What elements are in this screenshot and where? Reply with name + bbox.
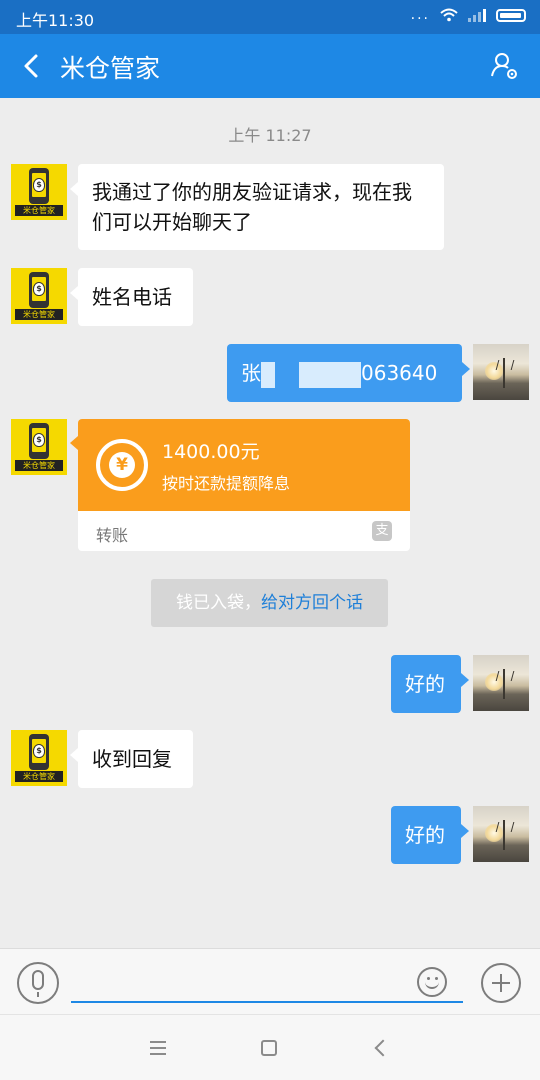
status-icons: ... [411,7,526,23]
home-icon[interactable] [261,1040,277,1056]
system-nav-bar [0,1014,540,1080]
message-bubble-left[interactable]: 姓名电话 [70,268,193,326]
avatar-brand-label: 米仓管家 [15,205,63,216]
status-bar: 上午11:30 ... [0,0,540,34]
system-notice-text: 钱已入袋， [176,593,261,613]
transfer-label: 转账 [96,526,129,545]
back-arrow-icon[interactable] [16,50,46,82]
message-text-end: 063640 [361,361,438,385]
avatar-brand-label: 米仓管家 [15,460,63,471]
message-text-start: 张 [241,361,261,385]
alipay-icon: 支 [372,521,392,541]
bot-avatar[interactable]: $ 米仓管家 [11,164,67,220]
input-bar [0,948,540,1014]
reply-link[interactable]: 给对方回个话 [261,593,363,613]
yuan-symbol: ¥ [109,452,135,478]
battery-icon [496,8,526,22]
signal-icon [468,8,486,22]
redaction-block [261,361,275,388]
message-bubble-right[interactable]: 张 063640 [227,344,470,402]
more-plus-icon[interactable] [481,963,521,1003]
bot-avatar[interactable]: $ 米仓管家 [11,419,67,475]
user-avatar[interactable] [473,806,529,862]
message-bubble-right[interactable]: 好的 [391,806,469,864]
user-settings-icon[interactable] [490,50,520,82]
back-icon[interactable] [374,1039,392,1057]
chat-area[interactable]: 上午 11:27 $ 米仓管家 我通过了你的朋友验证请求，现在我们可以开始聊天了… [0,98,540,948]
redaction-block [299,361,361,388]
system-notice: 钱已入袋，给对方回个话 [151,579,388,627]
transfer-card[interactable]: ¥ 1400.00元 按时还款提额降息 转账 支 [78,419,410,551]
avatar-brand-label: 米仓管家 [15,309,63,320]
user-avatar[interactable] [473,344,529,400]
voice-input-icon[interactable] [17,962,59,1004]
message-bubble-left[interactable]: 我通过了你的朋友验证请求，现在我们可以开始聊天了 [70,164,444,250]
transfer-amount: 1400.00元 [162,441,260,463]
more-dots-icon: ... [410,7,430,23]
message-input[interactable] [71,963,463,1003]
user-avatar[interactable] [473,655,529,711]
bot-avatar[interactable]: $ 米仓管家 [11,730,67,786]
message-bubble-right[interactable]: 好的 [391,655,469,713]
message-bubble-left[interactable]: 收到回复 [70,730,193,788]
menu-icon[interactable] [150,1041,166,1055]
emoji-icon[interactable] [417,967,447,997]
bubble-tail [70,436,78,450]
status-time: 上午11:30 [16,11,95,30]
avatar-brand-label: 米仓管家 [15,771,63,782]
bot-avatar[interactable]: $ 米仓管家 [11,268,67,324]
chat-header: 米仓管家 [0,34,540,98]
message-timestamp: 上午 11:27 [228,126,312,145]
wifi-icon [440,8,458,22]
transfer-description: 按时还款提额降息 [162,474,291,493]
page-title: 米仓管家 [60,54,161,83]
yuan-exchange-icon: ¥ [96,439,148,491]
